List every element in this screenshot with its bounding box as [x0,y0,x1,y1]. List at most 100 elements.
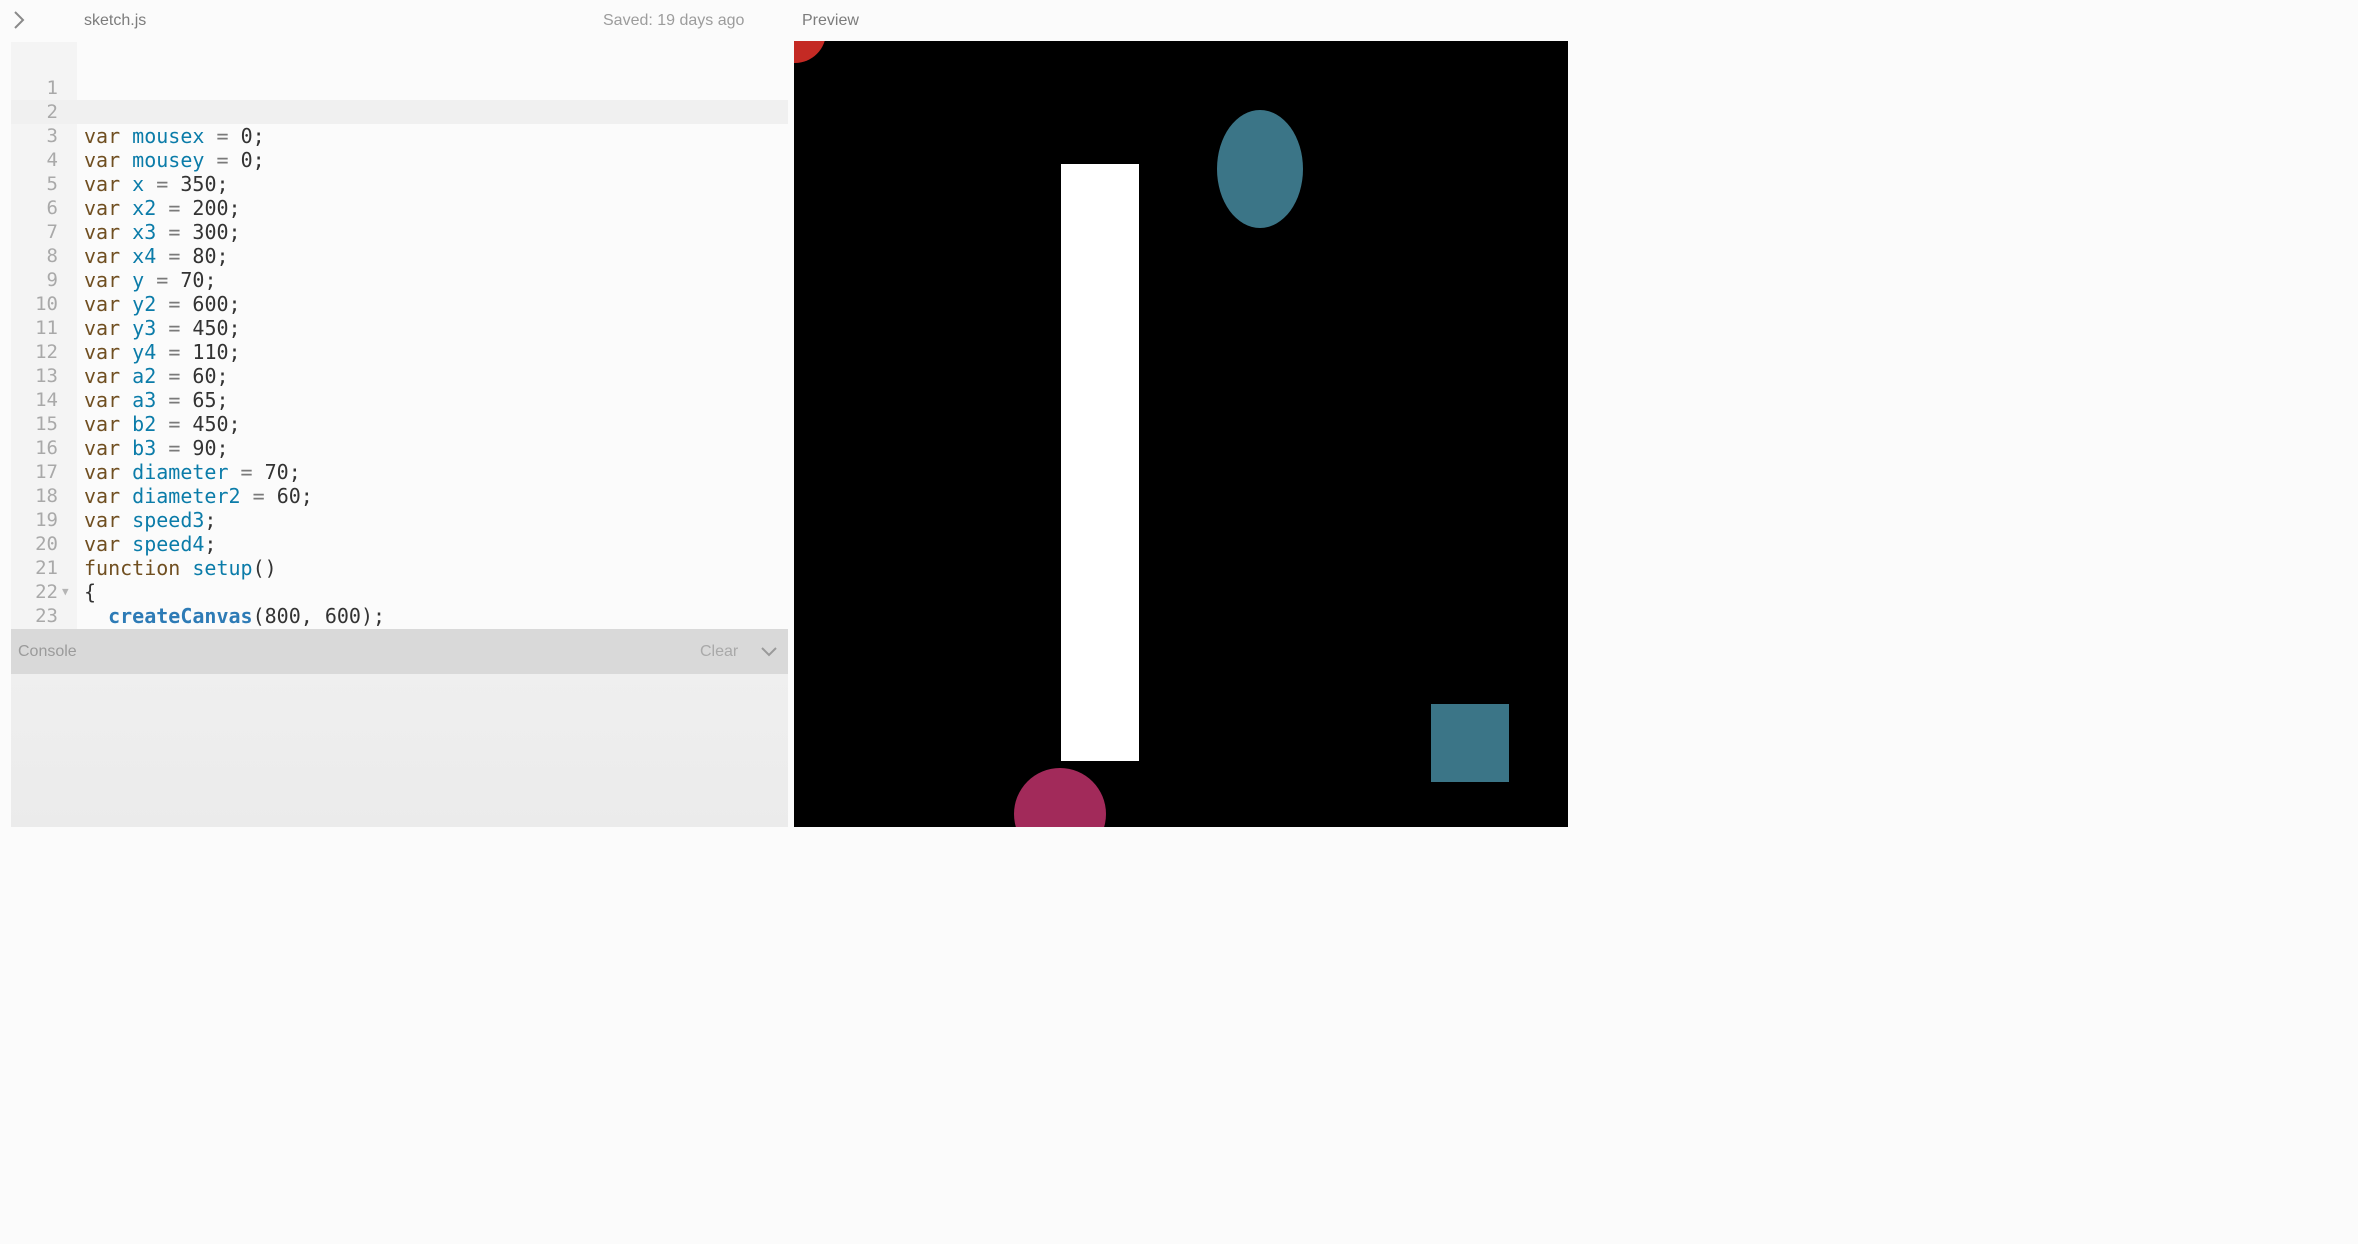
code-token: ; [252,148,265,172]
code-line[interactable]: 4 var mousey = 0; [11,148,788,172]
code-token: x4 [132,244,157,268]
code-token: y2 [132,292,157,316]
line-number: 23 [35,605,58,627]
code-line[interactable]: 9 var y = 70; [11,268,788,292]
console-collapse-button[interactable] [759,643,779,661]
code-token: ; [228,340,241,364]
sketch-preview-canvas[interactable] [794,41,1568,827]
line-number: 22 [35,581,58,603]
code-token: 300 [192,220,229,244]
code-token: () [252,556,277,580]
code-token: 60 [276,484,301,508]
console-output[interactable] [11,674,788,827]
code-line[interactable]: 7 var x3 = 300; [11,220,788,244]
code-line[interactable]: 19 var speed3; [11,508,788,532]
code-line[interactable]: 20 var speed4; [11,532,788,556]
code-line[interactable]: 6 var x2 = 200; [11,196,788,220]
code-token: = [168,220,181,244]
code-token: 450 [192,316,229,340]
code-line[interactable]: 11 var y3 = 450; [11,316,788,340]
chevron-right-icon [14,11,25,29]
code-token: ; [204,532,217,556]
line-number: 4 [46,149,58,171]
editor-header: sketch.js Saved: 19 days ago Preview [0,0,1568,42]
code-token: = [168,436,181,460]
code-token: mousex [132,124,205,148]
code-line[interactable]: 18 var diameter2 = 60; [11,484,788,508]
line-number: 13 [35,365,58,387]
code-token: y4 [132,340,157,364]
code-line[interactable]: 17 var diameter = 70; [11,460,788,484]
code-token: var [84,508,121,532]
code-token: = [168,292,181,316]
line-number: 19 [35,509,58,531]
code-line[interactable]: 15 var b2 = 450; [11,412,788,436]
line-number: 6 [46,197,58,219]
red-ball [794,41,826,63]
code-token: ; [216,172,229,196]
code-token: 90 [192,436,217,460]
code-token: (800, 600); [252,604,386,628]
code-token: ; [252,124,265,148]
code-text: var x2 = 200; [84,196,241,220]
saved-status: Saved: 19 days ago [603,12,745,29]
code-token: = [252,484,265,508]
code-text: var x4 = 80; [84,244,229,268]
file-name[interactable]: sketch.js [84,12,146,30]
code-line[interactable]: 10 var y2 = 600; [11,292,788,316]
code-token: a3 [132,388,157,412]
line-number: 16 [35,437,58,459]
code-text: var y2 = 600; [84,292,241,316]
code-editor[interactable]: 1 2 3 var mousex = 0; 4 var mousey = 0; 5 var x… [11,42,788,629]
code-line[interactable]: 8 var x4 = 80; [11,244,788,268]
code-token: = [168,244,181,268]
code-token: = [168,316,181,340]
code-lines: 1 2 3 var mousex = 0; 4 var mousey = 0; 5 var x… [11,76,788,628]
code-token: diameter2 [132,484,241,508]
code-token: var [84,460,121,484]
code-text: var y3 = 450; [84,316,241,340]
code-token: var [84,436,121,460]
console-header: Console Clear [11,629,788,674]
line-number: 3 [46,125,58,147]
sidebar-toggle-button[interactable] [12,9,30,33]
chevron-down-icon [761,647,777,657]
code-line[interactable]: 16 var b3 = 90; [11,436,788,460]
code-text: var b3 = 90; [84,436,229,460]
code-line[interactable]: 2 [11,100,788,124]
code-line[interactable]: 3 var mousex = 0; [11,124,788,148]
code-line[interactable]: 21 function setup() [11,556,788,580]
pink-ball [1014,768,1106,827]
code-line[interactable]: 12 var y4 = 110; [11,340,788,364]
code-line[interactable]: 23 createCanvas(800, 600); [11,604,788,628]
code-token: var [84,364,121,388]
code-line[interactable]: 1 [11,76,788,100]
code-line[interactable]: 13 var a2 = 60; [11,364,788,388]
code-line[interactable]: 22 ▼ { [11,580,788,604]
code-token: 0 [240,124,253,148]
line-number: 10 [35,293,58,315]
code-text: { [84,580,96,604]
code-line[interactable]: 14 var a3 = 65; [11,388,788,412]
clear-console-button[interactable]: Clear [700,643,738,661]
code-token: x3 [132,220,157,244]
code-text: var y = 70; [84,268,217,292]
fold-triangle-icon[interactable]: ▼ [62,580,69,604]
code-line[interactable]: 5 var x = 350; [11,172,788,196]
